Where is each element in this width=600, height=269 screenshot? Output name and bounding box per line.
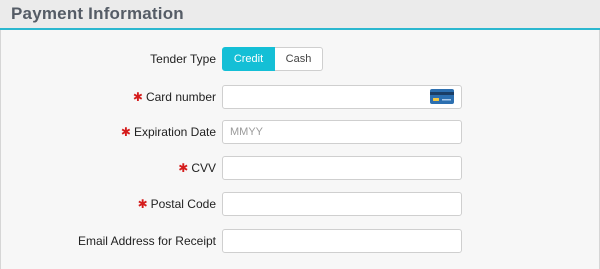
expiration-date-label: ✱ Expiration Date xyxy=(121,125,216,139)
tender-type-label: Tender Type xyxy=(150,52,216,66)
tender-cash-button[interactable]: Cash xyxy=(275,47,323,71)
email-receipt-label-text: Email Address for Receipt xyxy=(77,234,216,248)
tender-type-toggle: Credit Cash xyxy=(222,47,323,71)
cvv-label-text: CVV xyxy=(191,161,216,175)
cvv-label: ✱ CVV xyxy=(178,161,216,175)
tender-credit-button[interactable]: Credit xyxy=(222,47,275,71)
required-marker: ✱ xyxy=(178,161,189,175)
email-receipt-label: Email Address for Receipt xyxy=(78,234,216,248)
card-number-label: ✱ Card number xyxy=(133,90,216,104)
expiration-date-label-text: Expiration Date xyxy=(133,125,216,139)
postal-code-label: ✱ Postal Code xyxy=(138,197,216,211)
card-number-label-text: Card number xyxy=(145,90,216,104)
credit-card-icon xyxy=(430,89,454,104)
postal-code-label-text: Postal Code xyxy=(150,197,216,211)
payment-information-panel: Payment Information Tender Type Credit C… xyxy=(0,0,600,269)
expiration-date-input[interactable] xyxy=(222,120,462,144)
tender-type-label-text: Tender Type xyxy=(150,52,216,66)
card-number-input[interactable] xyxy=(222,85,462,109)
page-title: Payment Information xyxy=(11,4,184,23)
postal-code-input[interactable] xyxy=(222,192,462,216)
required-marker: ✱ xyxy=(132,90,143,104)
panel-header: Payment Information xyxy=(0,0,600,30)
email-receipt-input[interactable] xyxy=(222,229,462,253)
cvv-input[interactable] xyxy=(222,156,462,180)
required-marker: ✱ xyxy=(137,197,148,211)
required-marker: ✱ xyxy=(120,125,131,139)
